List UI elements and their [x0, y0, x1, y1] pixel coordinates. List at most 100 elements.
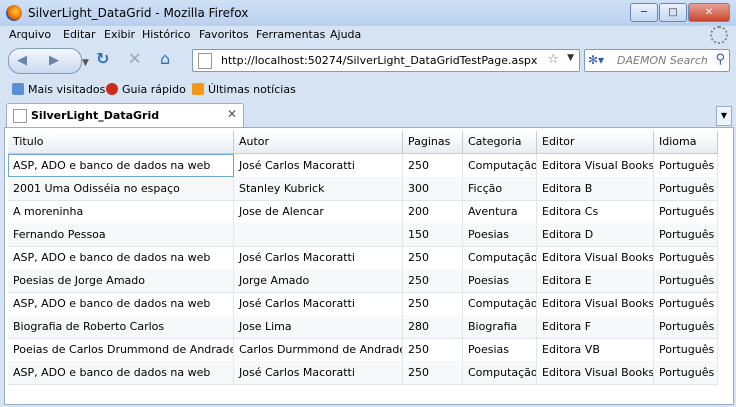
bookmark-mais-visitados[interactable]: Mais visitados: [12, 83, 105, 96]
bookmark-guia-rapido[interactable]: Guia rápido: [106, 83, 186, 96]
table-cell[interactable]: 300: [403, 177, 463, 200]
table-cell[interactable]: Carlos Durmmond de Andrade: [234, 338, 403, 361]
table-cell[interactable]: Editora Visual Books: [537, 361, 654, 384]
table-cell[interactable]: Poesias: [463, 269, 537, 292]
table-cell[interactable]: José Carlos Macoratti: [234, 292, 403, 315]
table-row[interactable]: 2001 Uma Odisséia no espaço Stanley Kubri…: [8, 177, 718, 201]
table-cell[interactable]: Português: [654, 246, 718, 269]
table-cell[interactable]: Editora D: [537, 223, 654, 246]
table-cell[interactable]: Stanley Kubrick: [234, 177, 403, 200]
table-cell[interactable]: Português: [654, 269, 718, 292]
table-cell[interactable]: Editora Cs: [537, 200, 654, 223]
table-cell[interactable]: Português: [654, 177, 718, 200]
table-cell[interactable]: Português: [654, 154, 718, 177]
table-cell[interactable]: Editora Visual Books: [537, 154, 654, 177]
table-cell[interactable]: 2001 Uma Odisséia no espaço: [8, 177, 234, 200]
url-dropdown-icon[interactable]: ▼: [567, 53, 574, 63]
table-cell[interactable]: Biografia: [463, 315, 537, 338]
menu-ferramentas[interactable]: Ferramentas: [256, 28, 325, 41]
table-cell[interactable]: 200: [403, 200, 463, 223]
table-cell[interactable]: A moreninha: [8, 200, 234, 223]
column-header[interactable]: Editor: [537, 131, 654, 153]
table-cell[interactable]: 250: [403, 361, 463, 384]
table-row[interactable]: ASP, ADO e banco de dados na web José Car…: [8, 154, 718, 178]
table-row[interactable]: ASP, ADO e banco de dados na web José Car…: [8, 246, 718, 270]
table-row[interactable]: A moreninha Jose de Alencar 200 Aventura Edi…: [8, 200, 718, 224]
table-cell[interactable]: Computação: [463, 246, 537, 269]
table-cell[interactable]: 250: [403, 269, 463, 292]
table-cell[interactable]: Poesias: [463, 338, 537, 361]
table-cell[interactable]: Jose de Alencar: [234, 200, 403, 223]
table-cell[interactable]: Português: [654, 315, 718, 338]
bookmark-star-icon[interactable]: ☆: [547, 52, 559, 67]
table-cell[interactable]: Fernando Pessoa: [8, 223, 234, 246]
maximize-button[interactable]: □: [659, 3, 687, 22]
table-cell[interactable]: Poesias: [463, 223, 537, 246]
table-row[interactable]: Poeias de Carlos Drummond de Andrade Carl…: [8, 338, 718, 362]
table-row[interactable]: ASP, ADO e banco de dados na web José Car…: [8, 292, 718, 316]
table-cell[interactable]: Ficção: [463, 177, 537, 200]
column-header[interactable]: Idioma: [654, 131, 718, 153]
list-tabs-button[interactable]: ▼: [716, 106, 732, 126]
tab-silverlight-datagrid[interactable]: SilverLight_DataGrid ✕: [6, 103, 244, 128]
table-cell[interactable]: 250: [403, 292, 463, 315]
data-grid[interactable]: Titulo Autor Paginas Categoria Editor Idioma …: [8, 131, 718, 386]
table-cell[interactable]: Editora VB: [537, 338, 654, 361]
table-cell[interactable]: Português: [654, 361, 718, 384]
table-cell[interactable]: Computação: [463, 154, 537, 177]
menu-favoritos[interactable]: Favoritos: [199, 28, 249, 41]
table-cell[interactable]: Poeias de Carlos Drummond de Andrade: [8, 338, 234, 361]
search-engine-icon[interactable]: ✻▾: [588, 53, 604, 67]
table-cell[interactable]: 280: [403, 315, 463, 338]
table-cell[interactable]: Português: [654, 292, 718, 315]
menu-arquivo[interactable]: Arquivo: [9, 28, 51, 41]
column-header[interactable]: Titulo: [8, 131, 234, 153]
history-dropdown-icon[interactable]: ▼: [82, 55, 89, 71]
table-cell[interactable]: ASP, ADO e banco de dados na web: [8, 154, 234, 177]
column-header[interactable]: Categoria: [463, 131, 537, 153]
column-header[interactable]: Autor: [234, 131, 403, 153]
table-cell[interactable]: Computação: [463, 292, 537, 315]
menu-exibir[interactable]: Exibir: [104, 28, 135, 41]
vertical-scrollbar[interactable]: [721, 131, 733, 386]
table-cell[interactable]: 250: [403, 338, 463, 361]
table-cell[interactable]: Editora E: [537, 269, 654, 292]
menu-historico[interactable]: Histórico: [142, 28, 190, 41]
stop-icon[interactable]: ✕: [128, 51, 141, 67]
table-cell[interactable]: Português: [654, 338, 718, 361]
bookmark-ultimas-noticias[interactable]: Últimas notícias: [192, 83, 296, 96]
table-cell[interactable]: [234, 223, 403, 246]
address-bar[interactable]: http://localhost:50274/SilverLight_DataG…: [192, 49, 580, 72]
reload-icon[interactable]: ↻: [96, 51, 109, 67]
table-cell[interactable]: ASP, ADO e banco de dados na web: [8, 292, 234, 315]
table-row[interactable]: ASP, ADO e banco de dados na web José Car…: [8, 361, 718, 385]
table-cell[interactable]: ASP, ADO e banco de dados na web: [8, 246, 234, 269]
table-cell[interactable]: 150: [403, 223, 463, 246]
home-icon[interactable]: ⌂: [160, 51, 170, 67]
search-icon[interactable]: ⚲: [715, 52, 725, 67]
table-cell[interactable]: Aventura: [463, 200, 537, 223]
table-cell[interactable]: José Carlos Macoratti: [234, 154, 403, 177]
table-cell[interactable]: Computação: [463, 361, 537, 384]
table-cell[interactable]: Português: [654, 200, 718, 223]
back-forward-buttons[interactable]: ◀ ▶: [8, 48, 82, 74]
table-row[interactable]: Biografia de Roberto Carlos Jose Lima 280 B…: [8, 315, 718, 339]
column-header[interactable]: Paginas: [403, 131, 463, 153]
table-row[interactable]: Poesias de Jorge Amado Jorge Amado 250 Poes…: [8, 269, 718, 293]
menu-editar[interactable]: Editar: [63, 28, 96, 41]
table-cell[interactable]: Editora Visual Books: [537, 246, 654, 269]
search-box[interactable]: ✻▾ DAEMON Search ⚲: [584, 49, 730, 72]
close-button[interactable]: ✕: [688, 3, 730, 22]
table-cell[interactable]: ASP, ADO e banco de dados na web: [8, 361, 234, 384]
table-cell[interactable]: Biografia de Roberto Carlos: [8, 315, 234, 338]
minimize-button[interactable]: ─: [630, 3, 658, 22]
menu-ajuda[interactable]: Ajuda: [330, 28, 361, 41]
forward-arrow-icon[interactable]: ▶: [49, 53, 59, 68]
table-cell[interactable]: Poesias de Jorge Amado: [8, 269, 234, 292]
table-cell[interactable]: Editora Visual Books: [537, 292, 654, 315]
table-cell[interactable]: José Carlos Macoratti: [234, 361, 403, 384]
back-arrow-icon[interactable]: ◀: [17, 53, 27, 68]
table-cell[interactable]: Jose Lima: [234, 315, 403, 338]
table-cell[interactable]: Editora F: [537, 315, 654, 338]
table-cell[interactable]: Jorge Amado: [234, 269, 403, 292]
